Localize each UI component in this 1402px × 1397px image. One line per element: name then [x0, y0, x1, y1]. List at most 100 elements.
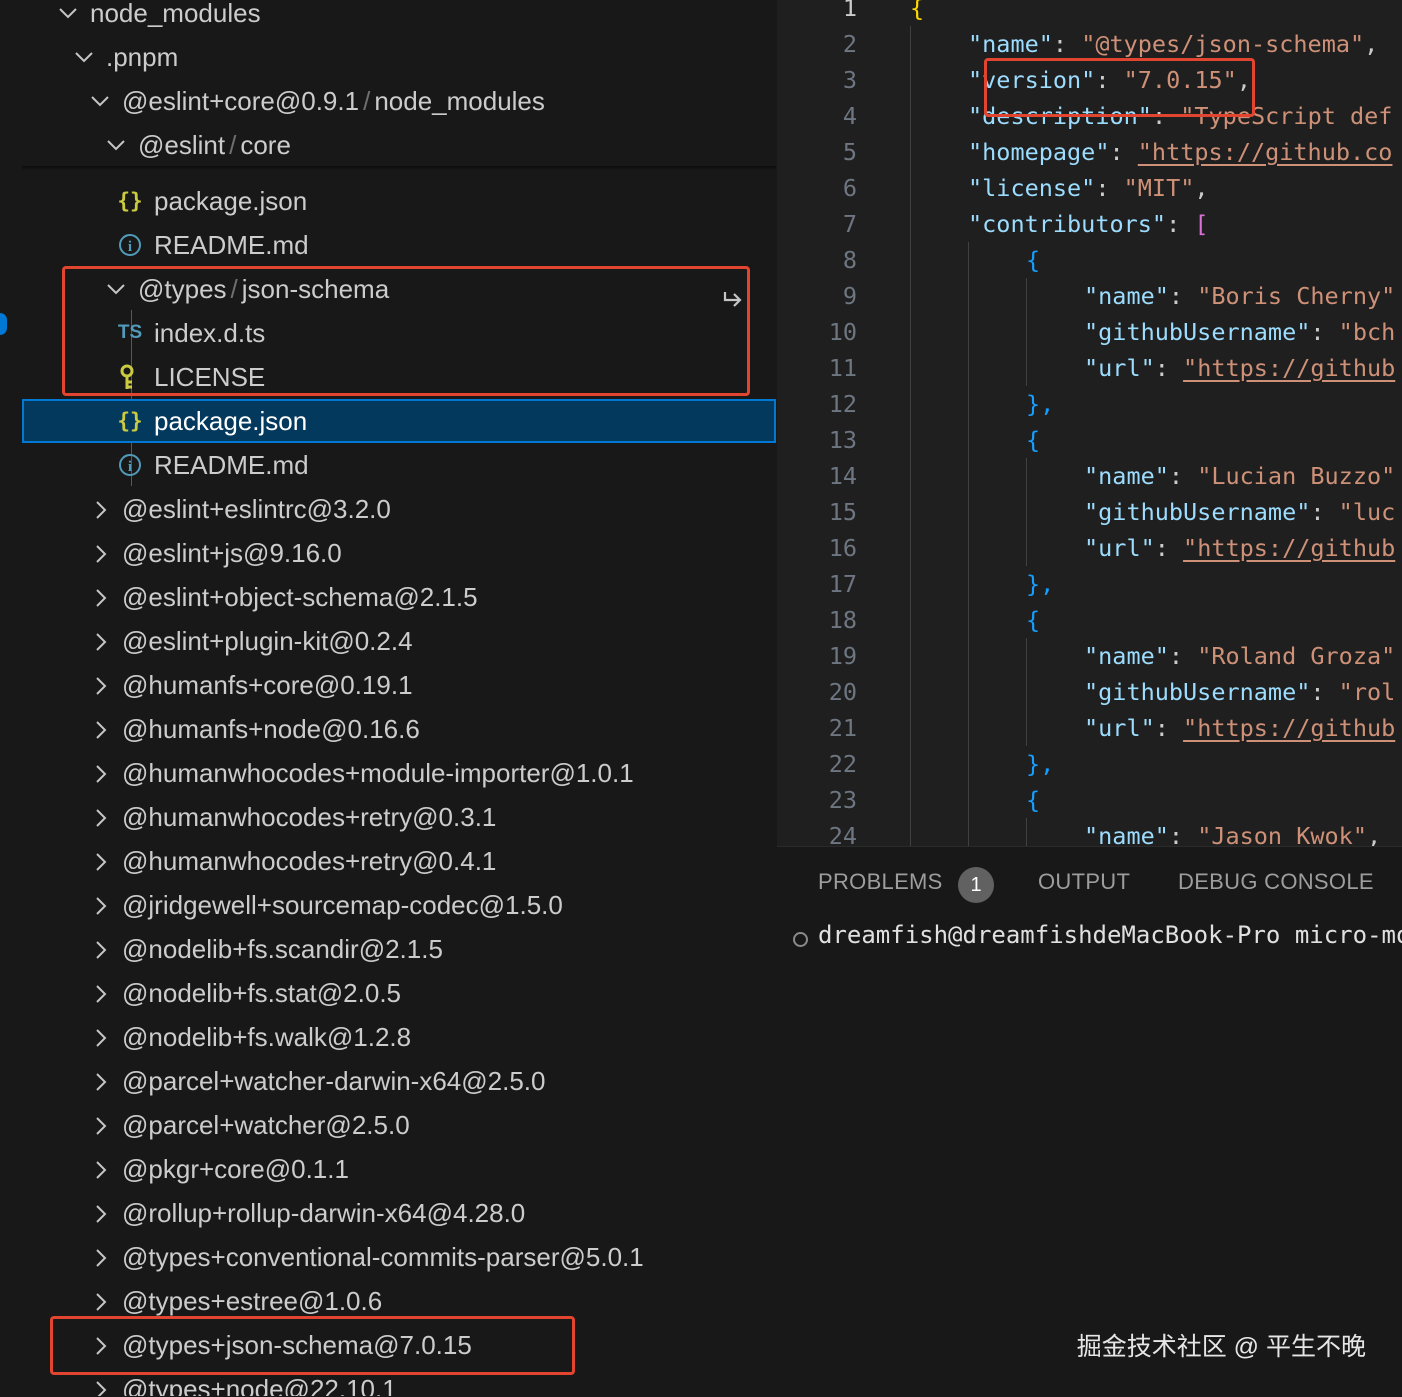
chevron-right-icon	[92, 1059, 114, 1103]
code-token: "bch	[1338, 318, 1396, 346]
tree-label: @parcel+watcher@2.5.0	[122, 1110, 410, 1140]
chevron-right-icon	[92, 927, 114, 971]
code-token: ,	[1366, 822, 1382, 846]
tree-folder-item[interactable]: @humanwhocodes+retry@0.4.1	[22, 839, 776, 883]
tree-folder-pnpm[interactable]: .pnpm	[22, 35, 776, 79]
code-line: "githubUsername": "bch	[777, 314, 1402, 350]
explorer-tree: node_modules .pnpm @eslint+core@0.9.1/no…	[22, 0, 776, 1396]
code-token: ,	[1364, 30, 1379, 58]
tree-folder-node-modules[interactable]: node_modules	[22, 0, 776, 35]
annotation-box	[50, 1316, 575, 1375]
tree-folder-item[interactable]: @rollup+rollup-darwin-x64@4.28.0	[22, 1191, 776, 1235]
code-token: :	[1168, 642, 1198, 670]
code-token: "contributors"	[968, 210, 1167, 238]
code-token: "name"	[1084, 462, 1169, 490]
tab-output[interactable]: OUTPUT	[1038, 869, 1130, 895]
code-token: :	[1310, 498, 1339, 526]
tree-folder-item[interactable]: @eslint+object-schema@2.1.5	[22, 575, 776, 619]
tab-problems[interactable]: PROBLEMS	[818, 869, 943, 895]
code-line: "url": "https://github	[777, 350, 1402, 386]
code-line: {	[777, 602, 1402, 638]
tree-file-package-json[interactable]: {} package.json	[22, 179, 776, 223]
chevron-down-icon	[58, 0, 80, 35]
tab-debug-console[interactable]: DEBUG CONSOLE	[1178, 869, 1374, 895]
tree-folder-item[interactable]: @types+conventional-commits-parser@5.0.1	[22, 1235, 776, 1279]
code-token: "rol	[1338, 678, 1396, 706]
chevron-right-icon	[92, 487, 114, 531]
code-token: :	[1095, 174, 1124, 202]
tree-file-package-json-selected[interactable]: {} package.json	[22, 399, 776, 443]
tree-folder-item[interactable]: @eslint+eslintrc@3.2.0	[22, 487, 776, 531]
tree-folder-item[interactable]: @humanfs+core@0.19.1	[22, 663, 776, 707]
code-token: "githubUsername"	[1084, 678, 1311, 706]
code-link[interactable]: "https://github	[1183, 534, 1395, 562]
code-link[interactable]: "https://github	[1183, 354, 1395, 382]
code-token: },	[1026, 750, 1055, 778]
tree-label: @eslint+js@9.16.0	[122, 538, 342, 568]
annotation-box	[62, 266, 750, 396]
tree-folder-item[interactable]: @nodelib+fs.scandir@2.1.5	[22, 927, 776, 971]
terminal-prompt[interactable]: dreamfish@dreamfishdeMacBook-Pro micro-m…	[818, 921, 1402, 949]
code-token: "name"	[968, 30, 1053, 58]
tree-file-readme[interactable]: i README.md	[22, 223, 776, 267]
tree-label: @nodelib+fs.stat@2.0.5	[122, 978, 402, 1008]
code-token: :	[1310, 678, 1339, 706]
tree-folder-eslint-core[interactable]: @eslint / core	[22, 123, 776, 167]
sticky-scroll-shadow	[22, 166, 776, 170]
tree-folder-item[interactable]: @parcel+watcher@2.5.0	[22, 1103, 776, 1147]
code-token: "Roland Groza"	[1197, 642, 1396, 670]
tree-label: node_modules	[374, 86, 545, 116]
json-file-icon: {}	[117, 409, 143, 433]
tree-folder-item[interactable]: @jridgewell+sourcemap-codec@1.5.0	[22, 883, 776, 927]
chevron-right-icon	[92, 1103, 114, 1147]
chevron-right-icon	[92, 1147, 114, 1191]
code-link[interactable]: "https://github.co	[1138, 138, 1393, 166]
path-separator: /	[363, 86, 371, 116]
code-token: :	[1154, 714, 1184, 742]
code-link[interactable]: "https://github	[1183, 714, 1395, 742]
tree-folder-item[interactable]: @nodelib+fs.stat@2.0.5	[22, 971, 776, 1015]
info-icon: i	[119, 234, 141, 256]
tree-label: @eslint+core@0.9.1	[122, 86, 360, 116]
code-line: "contributors": [	[777, 206, 1402, 242]
tree-folder-item[interactable]: @humanfs+node@0.16.6	[22, 707, 776, 751]
code-token: "MIT"	[1123, 174, 1195, 202]
chevron-right-icon	[92, 1235, 114, 1279]
chevron-right-icon	[92, 751, 114, 795]
code-editor[interactable]: 1 2 3 4 5 6 7 8 9 10 11 12 13 14 15 16 17 18 19 20 21 22 23 24 …	[777, 0, 1402, 846]
tree-folder-item[interactable]: @eslint+js@9.16.0	[22, 531, 776, 575]
code-token: :	[1109, 138, 1138, 166]
chevron-right-icon	[92, 971, 114, 1015]
tree-label: package.json	[154, 406, 308, 436]
code-line: "url": "https://github	[777, 710, 1402, 746]
tree-label: README.md	[154, 230, 309, 260]
tree-folder-item[interactable]: @parcel+watcher-darwin-x64@2.5.0	[22, 1059, 776, 1103]
tree-file-readme[interactable]: i README.md	[22, 443, 776, 487]
code-line: },	[777, 386, 1402, 422]
tree-folder-eslint-core-pkg[interactable]: @eslint+core@0.9.1/node_modules	[22, 79, 776, 123]
code-token: :	[1166, 210, 1195, 238]
code-token: "Boris Cherny"	[1197, 282, 1396, 310]
code-token: "name"	[1084, 282, 1169, 310]
code-token: "githubUsername"	[1084, 318, 1311, 346]
code-line: {	[777, 242, 1402, 278]
path-separator: /	[229, 130, 237, 160]
tree-folder-item[interactable]: @humanwhocodes+retry@0.3.1	[22, 795, 776, 839]
code-token: {	[910, 0, 925, 22]
tree-label: @parcel+watcher-darwin-x64@2.5.0	[122, 1066, 546, 1096]
tree-folder-item[interactable]: @pkgr+core@0.1.1	[22, 1147, 776, 1191]
tree-label: @pkgr+core@0.1.1	[122, 1154, 349, 1184]
tree-folder-item[interactable]: @eslint+plugin-kit@0.2.4	[22, 619, 776, 663]
code-line: "name": "Jason Kwok",	[777, 818, 1402, 846]
tree-folder-item[interactable]: @nodelib+fs.walk@1.2.8	[22, 1015, 776, 1059]
json-file-icon: {}	[117, 189, 143, 213]
code-line: "name": "Lucian Buzzo"	[777, 458, 1402, 494]
code-token: "Jason Kwok"	[1197, 822, 1367, 846]
chevron-right-icon	[92, 663, 114, 707]
annotation-box	[984, 58, 1255, 117]
tree-folder-item[interactable]: @humanwhocodes+module-importer@1.0.1	[22, 751, 776, 795]
code-line: "url": "https://github	[777, 530, 1402, 566]
tree-label: @rollup+rollup-darwin-x64@4.28.0	[122, 1198, 526, 1228]
sash-indicator[interactable]	[0, 313, 7, 335]
code-token: "url"	[1084, 354, 1155, 382]
